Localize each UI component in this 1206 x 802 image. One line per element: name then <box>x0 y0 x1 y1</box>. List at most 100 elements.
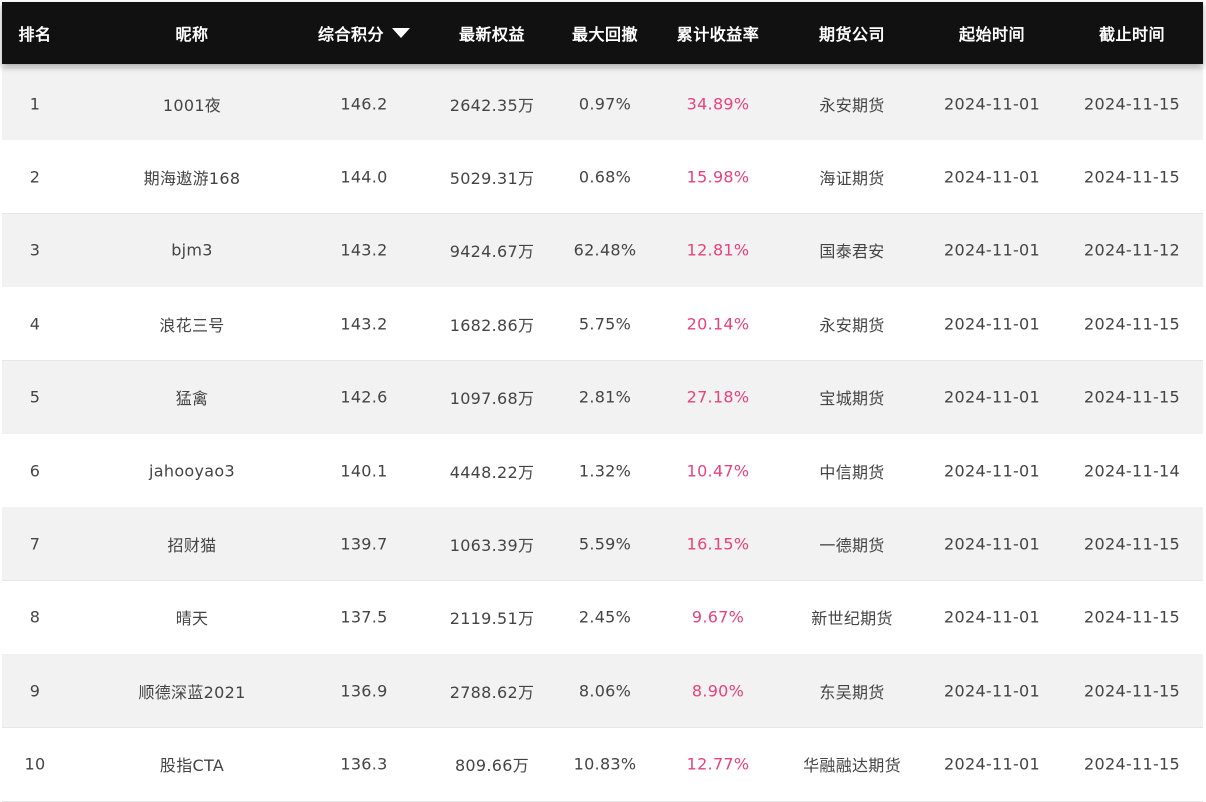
table-row[interactable]: 4 浪花三号 143.2 1682.86万 5.75% 20.14% 永安期货 2024-11… <box>2 287 1203 362</box>
cell-end: 2024-11-15 <box>1084 754 1180 774</box>
cell-broker: 新世纪期货 <box>811 609 893 629</box>
cell-return: 27.18% <box>686 387 750 407</box>
cell-name: 晴天 <box>175 609 209 629</box>
cell-broker: 永安期货 <box>819 95 885 115</box>
cell-end: 2024-11-15 <box>1084 681 1180 701</box>
cell-end: 2024-11-15 <box>1084 534 1180 554</box>
cell-equity: 2788.62万 <box>449 682 535 702</box>
cell-drawdown: 62.48% <box>573 240 637 260</box>
header-name[interactable]: 昵称 <box>175 21 208 45</box>
cell-return: 12.81% <box>686 240 750 260</box>
cell-start: 2024-11-01 <box>944 754 1040 774</box>
cell-drawdown: 2.81% <box>578 387 632 407</box>
table-row[interactable]: 10 股指CTA 136.3 809.66万 10.83% 12.77% 华融融达期货 202… <box>2 727 1203 802</box>
table-row[interactable]: 6 jahooyao3 140.1 4448.22万 1.32% 10.47% 中信期货 20… <box>2 434 1203 508</box>
table-row[interactable]: 9 顺德深蓝2021 136.9 2788.62万 8.06% 8.90% 东吴期货 2024… <box>2 654 1203 729</box>
caret-down-icon[interactable] <box>392 28 411 38</box>
header-start[interactable]: 起始时间 <box>959 21 1025 45</box>
cell-return: 10.47% <box>686 461 750 480</box>
cell-broker: 一德期货 <box>819 535 885 555</box>
cell-start: 2024-11-01 <box>944 240 1040 260</box>
cell-rank: 10 <box>24 754 46 774</box>
header-end-label: 截止时间 <box>1098 25 1166 44</box>
header-return-label: 累计收益率 <box>676 25 760 44</box>
cell-end: 2024-11-15 <box>1084 94 1180 113</box>
cell-end: 2024-11-15 <box>1084 314 1180 334</box>
cell-name: 顺德深蓝2021 <box>138 682 246 702</box>
table-row[interactable]: 8 晴天 137.5 2119.51万 2.45% 9.67% 新世纪期货 2024-11-0… <box>2 580 1203 655</box>
cell-rank: 4 <box>29 314 41 334</box>
cell-end: 2024-11-12 <box>1084 240 1180 260</box>
cell-start: 2024-11-01 <box>944 94 1040 113</box>
cell-drawdown: 0.97% <box>578 94 632 113</box>
header-drawdown[interactable]: 最大回撤 <box>572 21 638 45</box>
cell-broker: 东吴期货 <box>819 682 885 702</box>
header-score[interactable]: 综合积分 <box>317 21 411 45</box>
cell-drawdown: 2.45% <box>578 607 632 627</box>
cell-drawdown: 10.83% <box>573 754 637 774</box>
table-row[interactable]: 3 bjm3 143.2 9424.67万 62.48% 12.81% 国泰君安 2024-1… <box>2 213 1203 288</box>
cell-equity: 1063.39万 <box>449 535 535 555</box>
cell-end: 2024-11-15 <box>1084 167 1180 187</box>
cell-broker: 华融融达期货 <box>803 756 901 776</box>
table-row[interactable]: 1 1001夜 146.2 2642.35万 0.97% 34.89% 永安期货 2024-1… <box>2 67 1203 141</box>
cell-start: 2024-11-01 <box>944 607 1040 627</box>
cell-broker: 国泰君安 <box>819 242 885 262</box>
cell-equity: 2642.35万 <box>449 95 535 115</box>
cell-rank: 1 <box>29 94 41 113</box>
cell-name: 招财猫 <box>167 535 217 555</box>
cell-name: bjm3 <box>171 240 213 260</box>
cell-equity: 5029.31万 <box>449 168 535 188</box>
cell-start: 2024-11-01 <box>944 387 1040 407</box>
cell-start: 2024-11-01 <box>944 461 1040 480</box>
cell-equity: 2119.51万 <box>449 609 535 629</box>
cell-equity: 1682.86万 <box>449 315 535 335</box>
header-end[interactable]: 截止时间 <box>1099 21 1165 45</box>
cell-broker: 宝城期货 <box>819 389 885 409</box>
header-return[interactable]: 累计收益率 <box>677 21 760 45</box>
cell-name: jahooyao3 <box>149 461 235 480</box>
cell-name: 浪花三号 <box>159 315 225 335</box>
cell-score: 142.6 <box>340 387 388 407</box>
header-score-label: 综合积分 <box>317 25 385 44</box>
header-rank-label: 排名 <box>18 25 52 44</box>
cell-broker: 中信期货 <box>819 462 885 482</box>
table-row[interactable]: 7 招财猫 139.7 1063.39万 5.59% 16.15% 一德期货 2024-11-… <box>2 507 1203 582</box>
cell-return: 8.90% <box>691 681 745 701</box>
ranking-table: 排名 昵称 综合积分 最新权益 最大回撤 累计收益率 期货公司 起始时间 截止时… <box>0 0 1206 802</box>
header-equity-label: 最新权益 <box>458 25 526 44</box>
cell-return: 12.77% <box>686 754 750 774</box>
table-row[interactable]: 5 猛禽 142.6 1097.68万 2.81% 27.18% 宝城期货 2024-11-0… <box>2 360 1203 435</box>
cell-name: 股指CTA <box>159 756 225 776</box>
header-drawdown-label: 最大回撤 <box>571 25 639 44</box>
cell-score: 143.2 <box>340 240 388 260</box>
cell-return: 34.89% <box>686 94 750 113</box>
cell-drawdown: 5.59% <box>578 534 632 554</box>
cell-score: 136.3 <box>340 754 388 774</box>
cell-broker: 永安期货 <box>819 315 885 335</box>
cell-score: 144.0 <box>340 167 388 187</box>
cell-end: 2024-11-15 <box>1084 387 1180 407</box>
header-start-label: 起始时间 <box>958 25 1026 44</box>
cell-name: 1001夜 <box>162 95 222 115</box>
cell-drawdown: 5.75% <box>578 314 632 334</box>
table-row[interactable]: 2 期海遨游168 144.0 5029.31万 0.68% 15.98% 海证期货 2024… <box>2 140 1203 215</box>
cell-rank: 7 <box>29 534 41 554</box>
cell-return: 9.67% <box>691 607 745 627</box>
cell-drawdown: 8.06% <box>578 681 632 701</box>
cell-score: 146.2 <box>340 94 388 113</box>
cell-equity: 4448.22万 <box>449 462 535 482</box>
header-broker[interactable]: 期货公司 <box>819 21 885 45</box>
cell-score: 136.9 <box>340 681 388 701</box>
cell-name: 期海遨游168 <box>143 168 241 188</box>
header-rank[interactable]: 排名 <box>18 21 51 45</box>
cell-name: 猛禽 <box>175 389 209 409</box>
cell-start: 2024-11-01 <box>944 681 1040 701</box>
cell-score: 140.1 <box>340 461 388 480</box>
cell-score: 143.2 <box>340 314 388 334</box>
header-equity[interactable]: 最新权益 <box>459 21 525 45</box>
cell-rank: 5 <box>29 387 41 407</box>
cell-start: 2024-11-01 <box>944 314 1040 334</box>
header-broker-label: 期货公司 <box>818 25 886 44</box>
cell-drawdown: 1.32% <box>578 461 632 480</box>
